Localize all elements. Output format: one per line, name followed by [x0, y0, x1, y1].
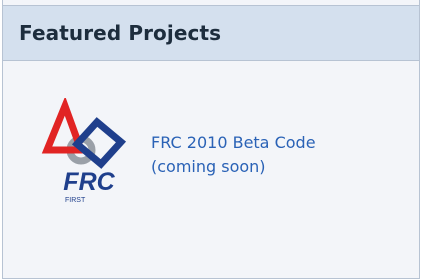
panel-header: Featured Projects [3, 5, 419, 61]
frc-logo-icon[interactable]: FRC FIRST [41, 98, 137, 206]
featured-projects-panel: Featured Projects FRC FIRST FRC 2010 Bet… [2, 0, 420, 279]
panel-title: Featured Projects [19, 21, 222, 45]
project-name: FRC 2010 Beta Code [151, 133, 316, 152]
logo-text: FRC [63, 168, 115, 196]
project-link[interactable]: FRC 2010 Beta Code (coming soon) [151, 131, 371, 179]
project-status: (coming soon) [151, 157, 266, 176]
project-item: FRC FIRST FRC 2010 Beta Code (coming soo… [41, 98, 371, 208]
logo-subtext: FIRST [65, 197, 86, 204]
